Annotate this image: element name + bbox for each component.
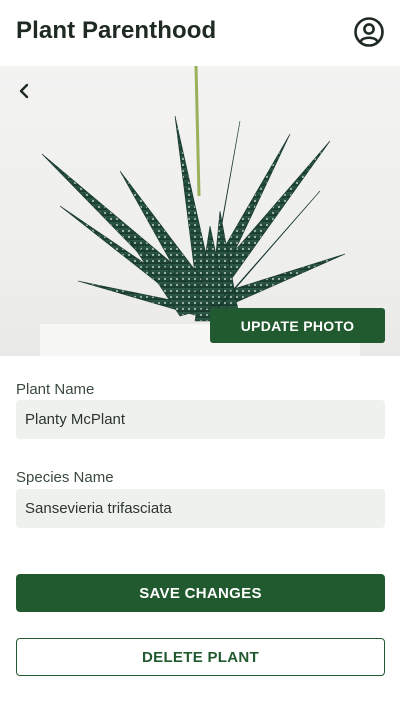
app-title: Plant Parenthood [16, 17, 217, 44]
species-name-field[interactable] [16, 489, 385, 528]
plant-name-label: Plant Name [16, 381, 95, 398]
user-circle-icon[interactable] [353, 16, 385, 48]
delete-plant-button[interactable]: DELETE PLANT [16, 638, 385, 676]
update-photo-button[interactable]: UPDATE PHOTO [210, 308, 385, 343]
plant-name-field[interactable] [16, 400, 385, 439]
save-changes-button[interactable]: SAVE CHANGES [16, 574, 385, 612]
species-name-label: Species Name [16, 469, 114, 486]
chevron-left-icon[interactable] [12, 78, 38, 104]
app-header: Plant Parenthood [0, 0, 400, 64]
